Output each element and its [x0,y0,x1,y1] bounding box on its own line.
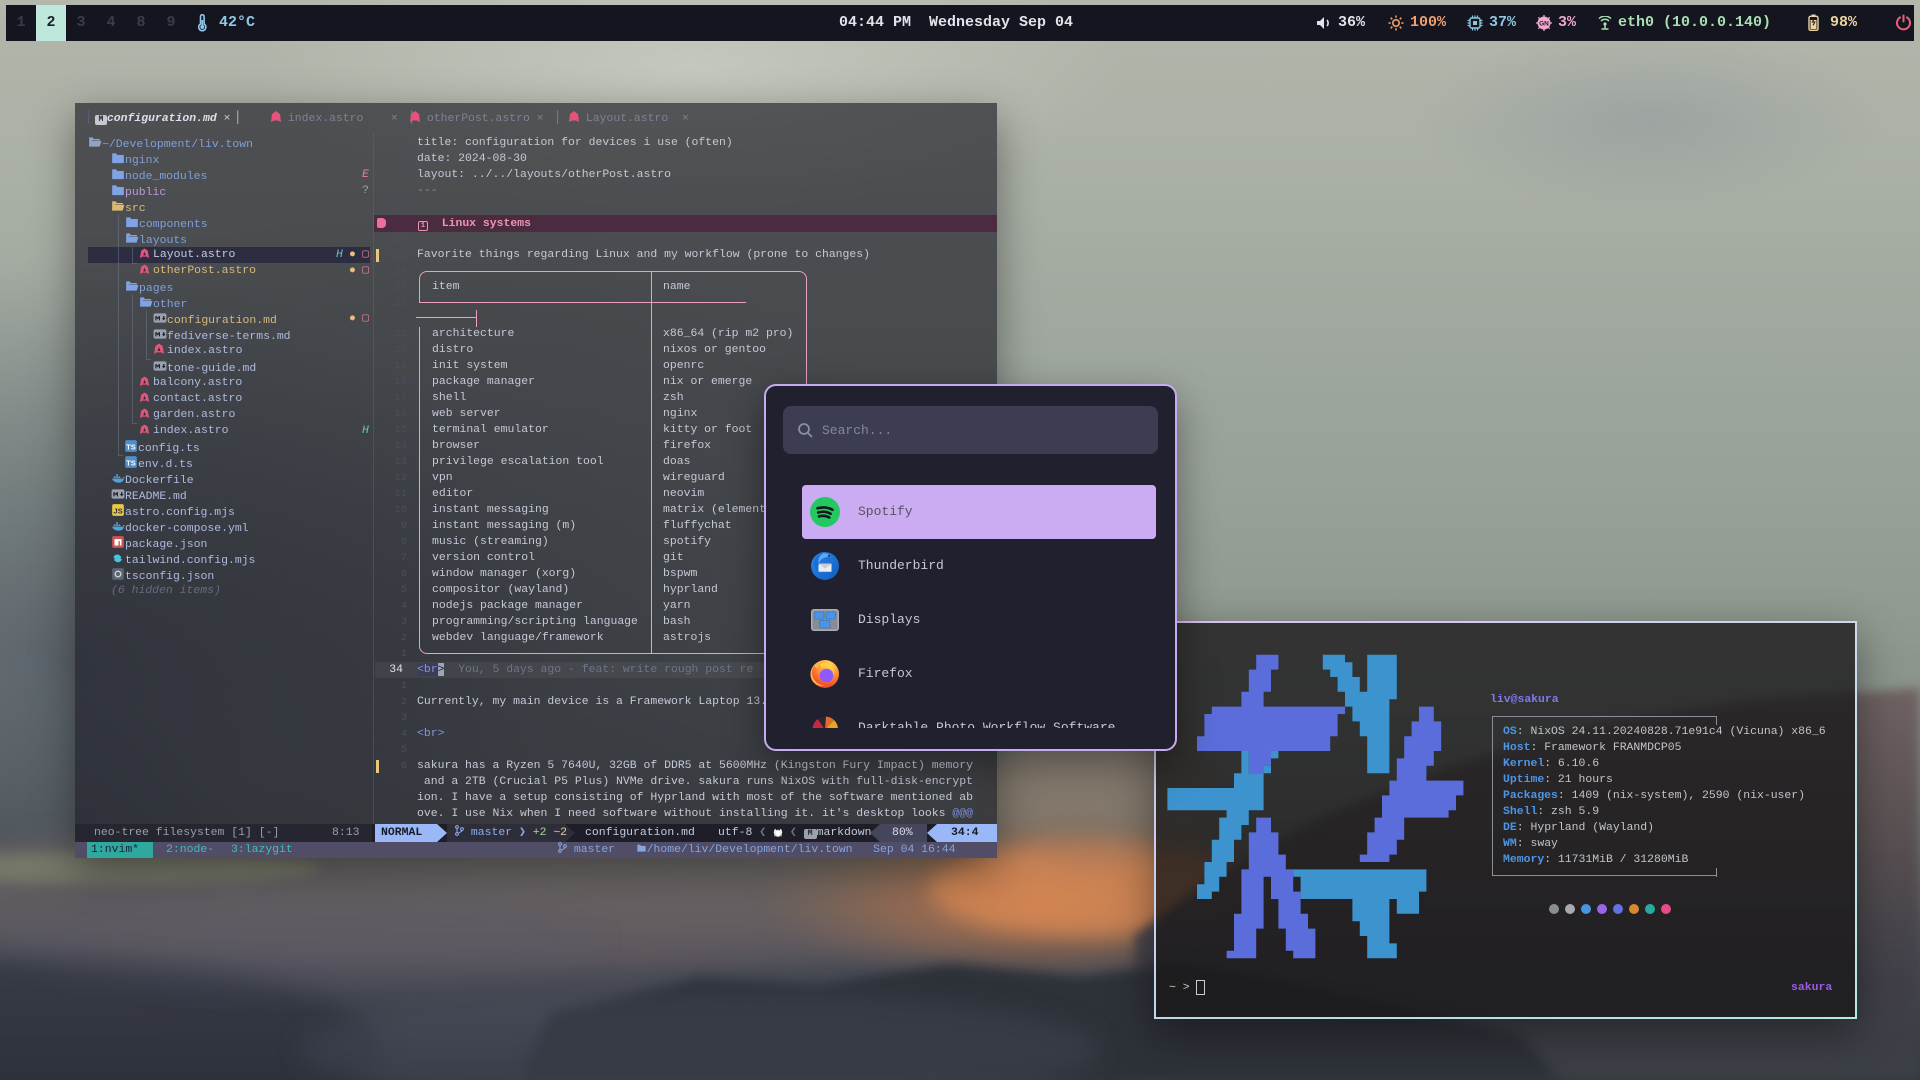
svg-text:GN: GN [1539,21,1549,28]
